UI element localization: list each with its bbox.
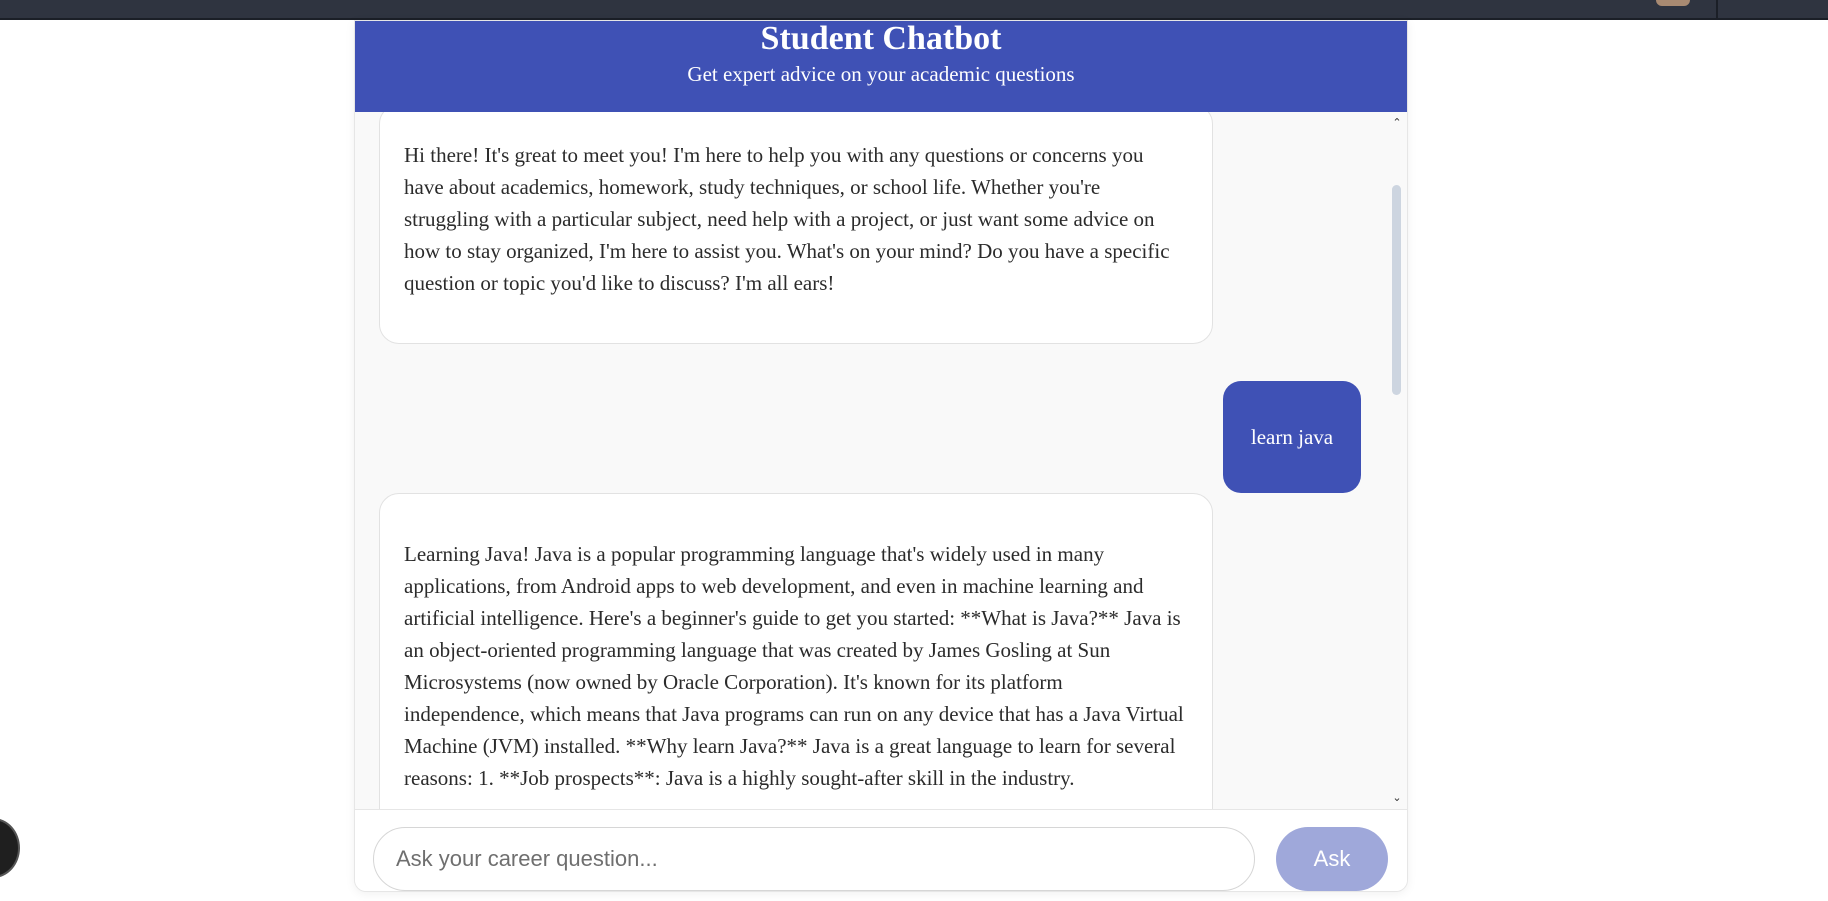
bot-message: Learning Java! Java is a popular program… <box>379 493 1213 809</box>
bot-message: Hi there! It's great to meet you! I'm he… <box>379 112 1213 344</box>
input-bar: Ask <box>355 809 1407 891</box>
chevron-down-icon[interactable]: ⌄ <box>1387 789 1407 807</box>
chatbot-app: Student Chatbot Get expert advice on you… <box>354 20 1408 892</box>
toolbar-divider <box>1716 0 1718 18</box>
page-title: Student Chatbot <box>760 20 1002 57</box>
floating-action-button[interactable] <box>0 818 20 878</box>
profile-avatar[interactable] <box>1656 0 1690 6</box>
user-message: learn java <box>1223 381 1361 493</box>
chat-messages-area[interactable]: Hi there! It's great to meet you! I'm he… <box>355 112 1407 809</box>
browser-top-bar <box>0 0 1828 20</box>
ask-button[interactable]: Ask <box>1276 827 1388 891</box>
chat-scrollbar[interactable]: ⌃ ⌄ <box>1387 112 1407 809</box>
question-input[interactable] <box>373 827 1255 891</box>
app-header: Student Chatbot Get expert advice on you… <box>355 21 1407 112</box>
chevron-up-icon[interactable]: ⌃ <box>1387 114 1407 132</box>
scrollbar-thumb[interactable] <box>1392 185 1401 395</box>
page-subtitle: Get expert advice on your academic quest… <box>687 62 1075 86</box>
